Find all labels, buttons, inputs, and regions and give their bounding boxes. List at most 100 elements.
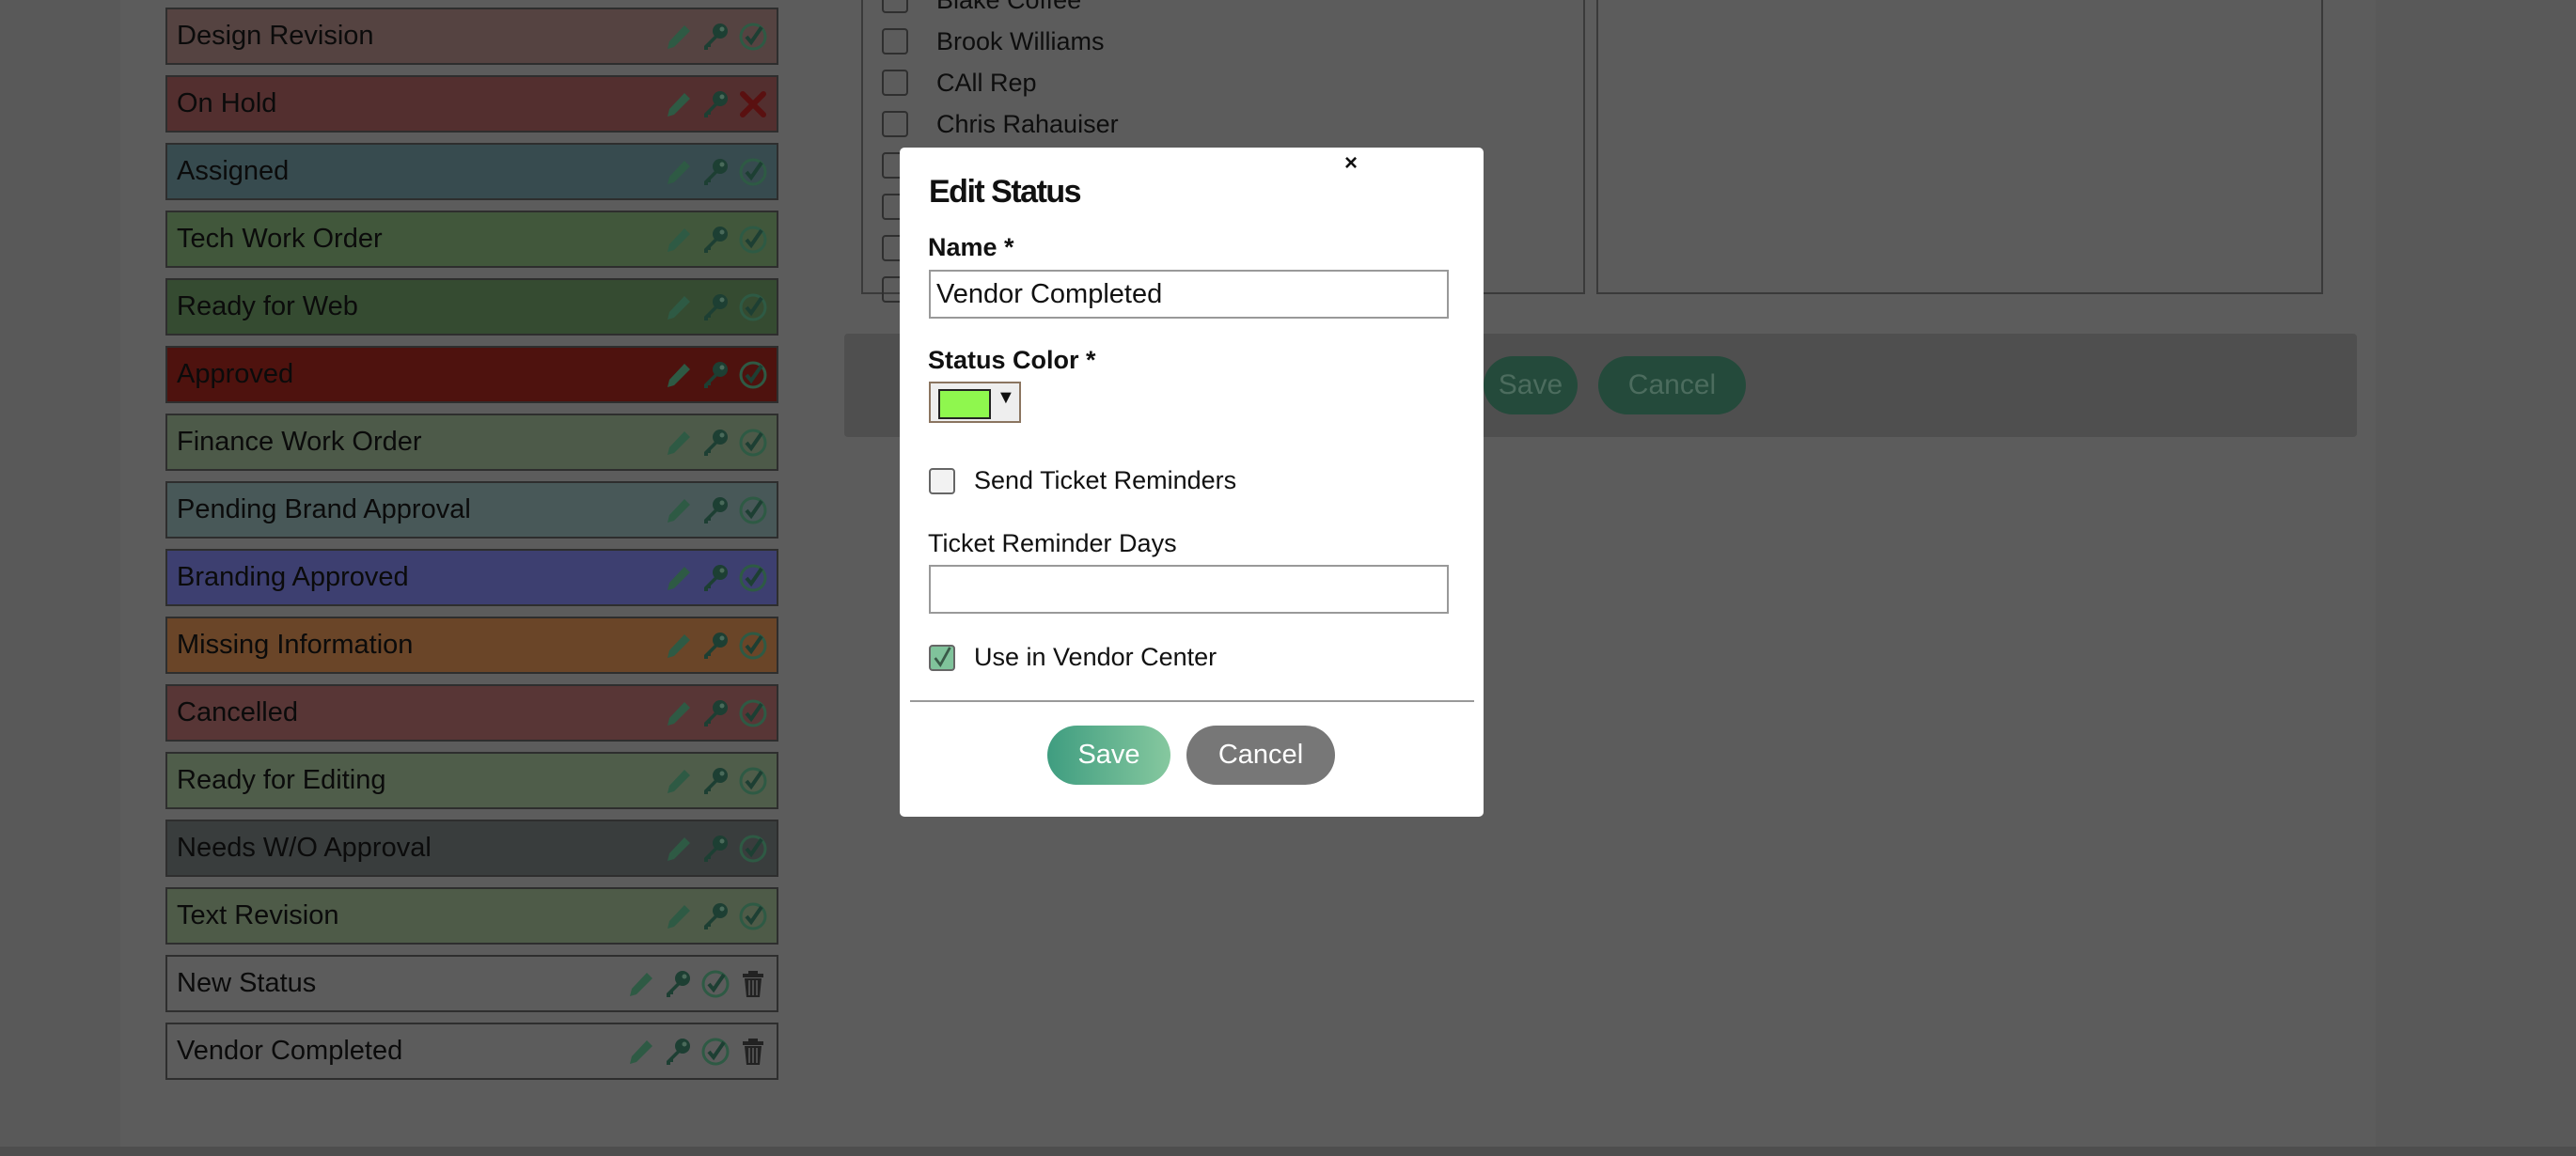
status-actions [662, 551, 769, 604]
edit-pencil-icon[interactable] [662, 291, 694, 323]
footer-strip [0, 1147, 2576, 1156]
permissions-key-icon[interactable] [699, 291, 731, 323]
user-checklist-item[interactable]: Blake Coffee [882, 0, 1081, 19]
active-check-icon[interactable] [737, 630, 769, 662]
edit-pencil-icon[interactable] [662, 156, 694, 188]
edit-pencil-icon[interactable] [662, 630, 694, 662]
active-check-icon[interactable] [737, 291, 769, 323]
status-row: Branding Approved [165, 549, 778, 606]
active-check-icon[interactable] [737, 21, 769, 53]
reminder-days-input[interactable] [929, 565, 1449, 614]
status-row: Tech Work Order [165, 211, 778, 268]
edit-pencil-icon[interactable] [662, 494, 694, 526]
user-checklist-item[interactable]: Brook Williams [882, 23, 1105, 60]
status-actions [662, 889, 769, 943]
permissions-key-icon[interactable] [699, 900, 731, 932]
status-row: Needs W/O Approval [165, 820, 778, 877]
status-actions [662, 754, 769, 807]
edit-pencil-icon[interactable] [662, 359, 694, 391]
edit-pencil-icon[interactable] [624, 968, 656, 1000]
user-checklist-item[interactable]: CAll Rep [882, 64, 1037, 102]
selected-users-box [1596, 0, 2323, 294]
save-button[interactable]: Save [1047, 726, 1170, 785]
status-label: Design Revision [177, 21, 374, 51]
permissions-key-icon[interactable] [662, 968, 694, 1000]
permissions-key-icon[interactable] [699, 359, 731, 391]
edit-pencil-icon[interactable] [662, 833, 694, 865]
permissions-key-icon[interactable] [662, 1036, 694, 1068]
status-actions [662, 77, 769, 131]
edit-pencil-icon[interactable] [624, 1036, 656, 1068]
delete-trash-icon[interactable] [737, 968, 769, 1000]
status-row: Ready for Editing [165, 752, 778, 809]
status-row: On Hold [165, 75, 778, 133]
status-label: Ready for Web [177, 291, 358, 321]
status-label: Assigned [177, 156, 290, 186]
status-row: Approved [165, 346, 778, 403]
active-check-icon[interactable] [737, 224, 769, 256]
edit-pencil-icon[interactable] [662, 88, 694, 120]
color-swatch [938, 389, 991, 419]
status-actions [662, 686, 769, 740]
active-check-icon[interactable] [737, 562, 769, 594]
permissions-key-icon[interactable] [699, 697, 731, 729]
send-reminders-checkbox[interactable] [929, 468, 955, 494]
user-name: CAll Rep [936, 68, 1037, 97]
status-label: Finance Work Order [177, 427, 422, 457]
active-check-icon[interactable] [699, 1036, 731, 1068]
background-save-button[interactable]: Save [1484, 356, 1578, 414]
permissions-key-icon[interactable] [699, 21, 731, 53]
inactive-x-icon[interactable] [737, 88, 769, 120]
user-checkbox[interactable] [882, 28, 908, 55]
status-actions [662, 821, 769, 875]
status-actions [662, 280, 769, 334]
edit-pencil-icon[interactable] [662, 697, 694, 729]
permissions-key-icon[interactable] [699, 765, 731, 797]
status-row: Text Revision [165, 887, 778, 945]
user-checkbox[interactable] [882, 0, 908, 13]
active-check-icon[interactable] [737, 900, 769, 932]
edit-pencil-icon[interactable] [662, 900, 694, 932]
active-check-icon[interactable] [737, 359, 769, 391]
permissions-key-icon[interactable] [699, 494, 731, 526]
user-name: Brook Williams [936, 26, 1105, 55]
permissions-key-icon[interactable] [699, 630, 731, 662]
cancel-button[interactable]: Cancel [1186, 726, 1335, 785]
status-label: Pending Brand Approval [177, 494, 471, 524]
status-label: Needs W/O Approval [177, 833, 432, 863]
edit-pencil-icon[interactable] [662, 427, 694, 459]
permissions-key-icon[interactable] [699, 88, 731, 120]
status-row: Missing Information [165, 617, 778, 674]
user-checkbox[interactable] [882, 111, 908, 137]
active-check-icon[interactable] [737, 765, 769, 797]
user-checklist-item[interactable]: Chris Rahauiser [882, 105, 1119, 143]
send-reminders-label: Send Ticket Reminders [974, 466, 1237, 494]
status-row: Design Revision [165, 8, 778, 65]
background-cancel-button[interactable]: Cancel [1598, 356, 1746, 414]
dropdown-caret-icon: ▼ [997, 387, 1015, 408]
edit-pencil-icon[interactable] [662, 765, 694, 797]
status-actions [662, 483, 769, 537]
active-check-icon[interactable] [737, 833, 769, 865]
permissions-key-icon[interactable] [699, 427, 731, 459]
modal-divider [910, 700, 1474, 702]
edit-pencil-icon[interactable] [662, 562, 694, 594]
status-color-picker[interactable]: ▼ [929, 382, 1021, 423]
status-actions [662, 145, 769, 198]
delete-trash-icon[interactable] [737, 1036, 769, 1068]
vendor-center-checkbox[interactable] [929, 645, 955, 671]
permissions-key-icon[interactable] [699, 562, 731, 594]
active-check-icon[interactable] [699, 968, 731, 1000]
active-check-icon[interactable] [737, 156, 769, 188]
close-icon[interactable]: × [1344, 150, 1358, 177]
name-input[interactable] [929, 270, 1449, 319]
active-check-icon[interactable] [737, 494, 769, 526]
user-checkbox[interactable] [882, 70, 908, 96]
edit-pencil-icon[interactable] [662, 21, 694, 53]
edit-pencil-icon[interactable] [662, 224, 694, 256]
permissions-key-icon[interactable] [699, 224, 731, 256]
active-check-icon[interactable] [737, 427, 769, 459]
permissions-key-icon[interactable] [699, 833, 731, 865]
permissions-key-icon[interactable] [699, 156, 731, 188]
active-check-icon[interactable] [737, 697, 769, 729]
